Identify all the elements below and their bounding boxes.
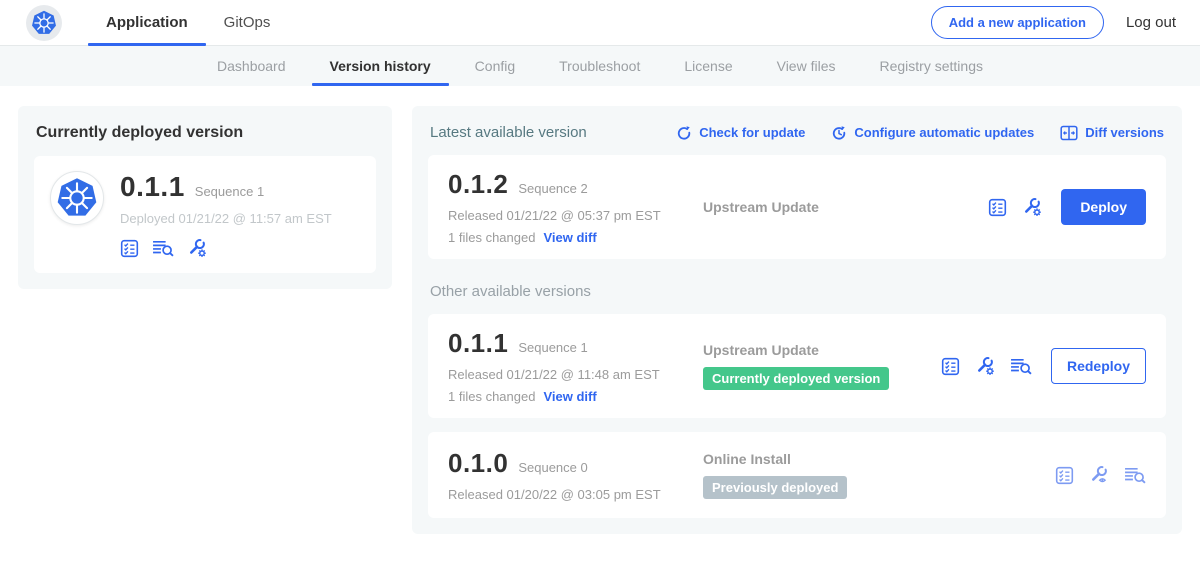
source-label: Upstream Update: [703, 342, 903, 358]
version-history-panel: Latest available version Check for updat…: [412, 106, 1182, 534]
subnav-label: Version history: [330, 58, 431, 74]
currently-deployed-title: Currently deployed version: [34, 122, 376, 142]
deployed-info: 0.1.1 Sequence 1 Deployed 01/21/22 @ 11:…: [120, 171, 332, 258]
add-application-button[interactable]: Add a new application: [931, 6, 1104, 39]
kubernetes-logo-icon: [31, 10, 57, 36]
kubernetes-app-icon: [56, 177, 98, 219]
subnav-label: Dashboard: [217, 58, 286, 74]
currently-deployed-panel: Currently deployed version 0.1.1 Sequenc…: [18, 106, 392, 289]
subnav-item-dashboard[interactable]: Dashboard: [195, 46, 308, 86]
view-diff-link[interactable]: View diff: [543, 230, 596, 245]
preflight-checks-icon[interactable]: [941, 357, 960, 376]
edit-config-icon[interactable]: [187, 238, 207, 258]
edit-config-icon[interactable]: [975, 356, 995, 376]
refresh-icon: [676, 125, 692, 141]
version-number: 0.1.1: [448, 328, 508, 359]
auto-update-schedule-icon: [831, 125, 847, 141]
deployed-version: 0.1.1: [120, 171, 185, 203]
top-header: Application GitOps Add a new application…: [0, 0, 1200, 46]
preflight-checks-icon[interactable]: [1055, 466, 1074, 485]
redeploy-button[interactable]: Redeploy: [1051, 348, 1146, 384]
app-logo: [50, 171, 104, 225]
deployed-actions: [120, 238, 332, 258]
version-sequence: Sequence 0: [518, 460, 587, 475]
version-card-previous: 0.1.0 Sequence 0 Released 01/20/22 @ 03:…: [428, 432, 1166, 518]
version-source: Upstream Update Currently deployed versi…: [703, 342, 903, 390]
header-tabs: Application GitOps: [88, 0, 288, 45]
version-card-latest: 0.1.2 Sequence 2 Released 01/21/22 @ 05:…: [428, 155, 1166, 259]
subnav-label: Troubleshoot: [559, 58, 640, 74]
subnav-label: Config: [475, 58, 515, 74]
subnav-item-troubleshoot[interactable]: Troubleshoot: [537, 46, 662, 86]
version-card-deployed: 0.1.1 Sequence 1 Released 01/21/22 @ 11:…: [428, 314, 1166, 418]
check-for-update-label: Check for update: [699, 125, 805, 140]
app-subnav: Dashboard Version history Config Trouble…: [0, 46, 1200, 86]
check-for-update-link[interactable]: Check for update: [676, 125, 805, 141]
other-versions-title: Other available versions: [428, 283, 1166, 300]
diff-versions-link[interactable]: Diff versions: [1060, 125, 1164, 141]
main-content: Currently deployed version 0.1.1 Sequenc…: [0, 86, 1200, 554]
released-timestamp: Released 01/21/22 @ 11:48 am EST: [448, 367, 703, 382]
version-info: 0.1.1 Sequence 1 Released 01/21/22 @ 11:…: [448, 328, 703, 404]
version-source: Online Install Previously deployed: [703, 451, 903, 499]
version-card-actions: [1055, 465, 1146, 485]
subnav-label: Registry settings: [880, 58, 983, 74]
diff-versions-icon: [1060, 125, 1078, 141]
previously-deployed-badge: Previously deployed: [703, 476, 847, 499]
version-sequence: Sequence 1: [518, 340, 587, 355]
tab-application[interactable]: Application: [88, 0, 206, 45]
configure-automatic-updates-link[interactable]: Configure automatic updates: [831, 125, 1034, 141]
tab-application-label: Application: [106, 14, 188, 31]
deploy-logs-icon[interactable]: [152, 239, 174, 257]
subnav-label: License: [684, 58, 732, 74]
diff-versions-label: Diff versions: [1085, 125, 1164, 140]
source-label: Online Install: [703, 451, 903, 467]
subnav-label: View files: [777, 58, 836, 74]
released-timestamp: Released 01/21/22 @ 05:37 pm EST: [448, 208, 703, 223]
released-timestamp: Released 01/20/22 @ 03:05 pm EST: [448, 487, 703, 502]
tab-gitops-label: GitOps: [224, 14, 271, 31]
version-sequence: Sequence 2: [518, 181, 587, 196]
preflight-checks-icon[interactable]: [120, 239, 139, 258]
subnav-item-license[interactable]: License: [662, 46, 754, 86]
version-number: 0.1.0: [448, 448, 508, 479]
latest-version-title: Latest available version: [430, 124, 587, 141]
currently-deployed-badge: Currently deployed version: [703, 367, 889, 390]
header-right: Add a new application Log out: [931, 0, 1176, 45]
configure-automatic-updates-label: Configure automatic updates: [854, 125, 1034, 140]
subnav-item-version-history[interactable]: Version history: [308, 46, 453, 86]
version-info: 0.1.0 Sequence 0 Released 01/20/22 @ 03:…: [448, 448, 703, 502]
logout-button[interactable]: Log out: [1126, 14, 1176, 31]
deployed-sequence: Sequence 1: [195, 184, 264, 199]
view-diff-link[interactable]: View diff: [543, 389, 596, 404]
files-changed-label: 1 files changed: [448, 389, 535, 404]
latest-version-header: Latest available version Check for updat…: [428, 122, 1166, 141]
subnav-item-registry-settings[interactable]: Registry settings: [858, 46, 1005, 86]
view-config-icon[interactable]: [1089, 465, 1109, 485]
version-info: 0.1.2 Sequence 2 Released 01/21/22 @ 05:…: [448, 169, 703, 245]
version-card-actions: Redeploy: [941, 348, 1146, 384]
tab-gitops[interactable]: GitOps: [206, 0, 289, 45]
version-actions: Check for update Configure automatic upd…: [676, 125, 1164, 141]
version-source: Upstream Update: [703, 199, 903, 215]
deployed-timestamp: Deployed 01/21/22 @ 11:57 am EST: [120, 211, 332, 226]
files-changed-label: 1 files changed: [448, 230, 535, 245]
kubernetes-logo[interactable]: [26, 5, 62, 41]
edit-config-icon[interactable]: [1022, 197, 1042, 217]
subnav-item-view-files[interactable]: View files: [755, 46, 858, 86]
version-card-actions: Deploy: [988, 189, 1146, 225]
currently-deployed-card: 0.1.1 Sequence 1 Deployed 01/21/22 @ 11:…: [34, 156, 376, 273]
deploy-logs-icon[interactable]: [1124, 466, 1146, 484]
deploy-logs-icon[interactable]: [1010, 357, 1032, 375]
source-label: Upstream Update: [703, 199, 903, 215]
subnav-item-config[interactable]: Config: [453, 46, 537, 86]
version-number: 0.1.2: [448, 169, 508, 200]
deploy-button[interactable]: Deploy: [1061, 189, 1146, 225]
preflight-checks-icon[interactable]: [988, 198, 1007, 217]
